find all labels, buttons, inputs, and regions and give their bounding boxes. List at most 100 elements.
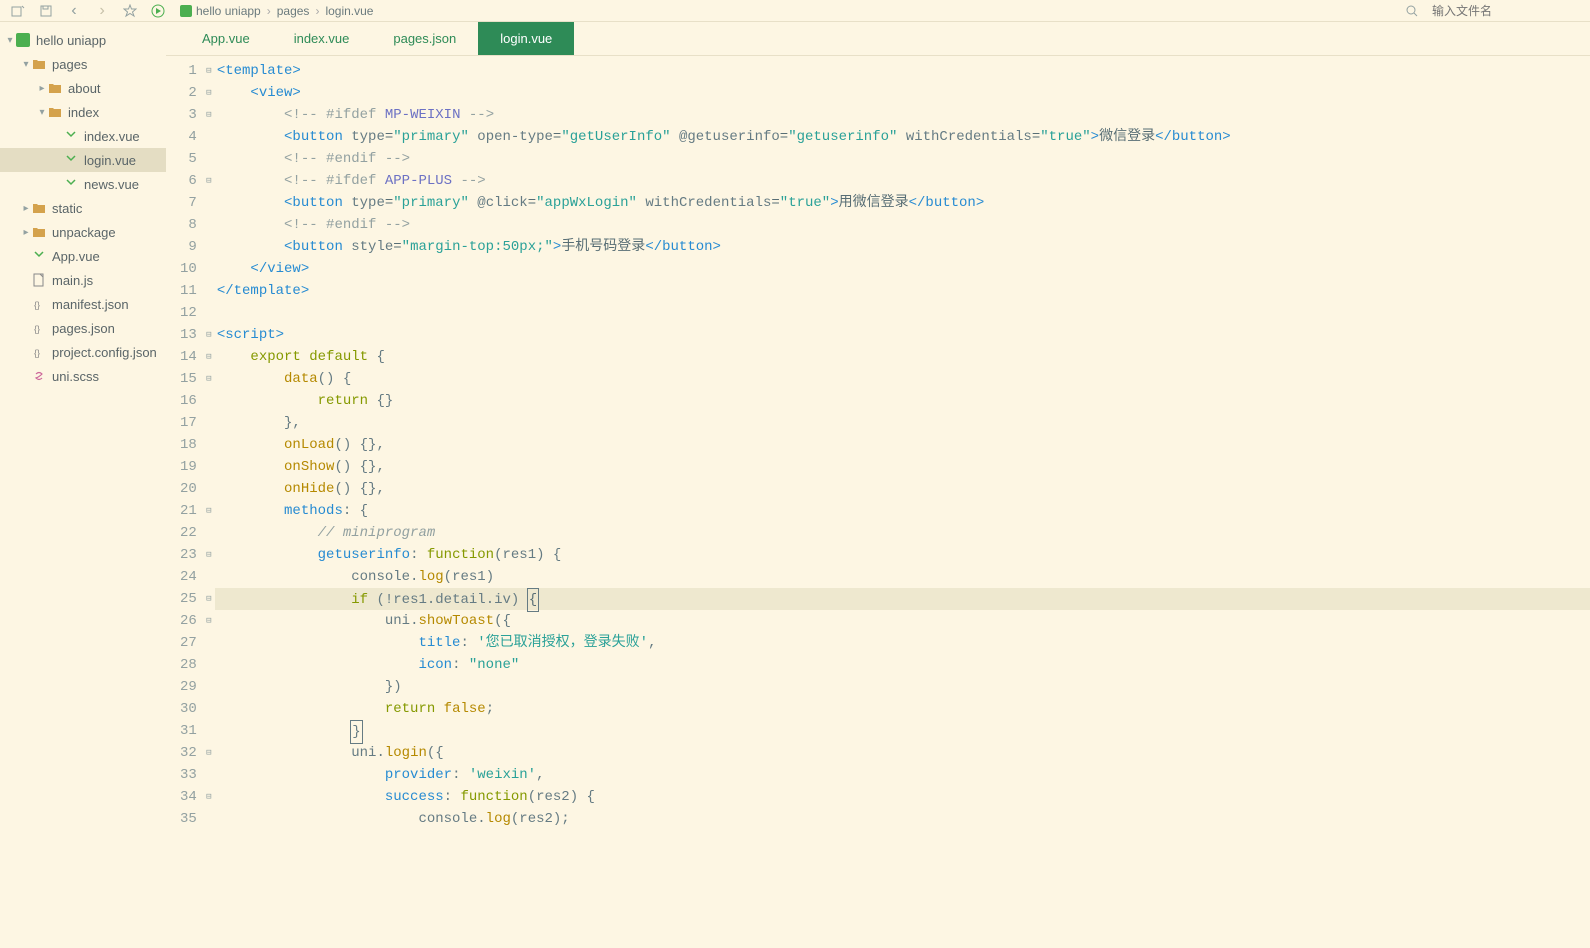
run-icon[interactable] [144,1,172,21]
tab-bar: App.vueindex.vuepages.jsonlogin.vue [166,22,1590,56]
code-line[interactable]: <template> [215,60,1590,82]
tab[interactable]: pages.json [371,22,478,55]
code-line[interactable]: methods: { [215,500,1590,522]
code-line[interactable]: console.log(res2); [215,808,1590,830]
code-line[interactable] [215,302,1590,324]
save-icon[interactable] [32,1,60,21]
tree-file[interactable]: index.vue [0,124,166,148]
tree-folder[interactable]: ▸unpackage [0,220,166,244]
code-line[interactable]: icon: "none" [215,654,1590,676]
code-line[interactable]: } [215,720,1590,742]
code-line[interactable]: <script> [215,324,1590,346]
breadcrumb-project-label: hello uniapp [196,4,261,18]
svg-text:{}: {} [34,324,40,334]
breadcrumb-sep: › [267,4,271,18]
tree-item-label: manifest.json [52,297,129,312]
fold-toggle[interactable]: ⊟ [203,500,215,522]
tree-folder[interactable]: ▾ pages [0,52,166,76]
breadcrumb-project[interactable]: hello uniapp [180,4,261,18]
code-line[interactable]: onLoad() {}, [215,434,1590,456]
tree-folder[interactable]: ▸about [0,76,166,100]
tree-item-label: index.vue [84,129,140,144]
code-line[interactable]: data() { [215,368,1590,390]
tree-item-label: index [68,105,99,120]
search-icon[interactable] [1398,1,1426,21]
tree-folder[interactable]: ▸static [0,196,166,220]
tree-file[interactable]: {}manifest.json [0,292,166,316]
code-line[interactable]: console.log(res1) [215,566,1590,588]
tab[interactable]: App.vue [180,22,272,55]
tree-file[interactable]: App.vue [0,244,166,268]
code-line[interactable]: <button type="primary" open-type="getUse… [215,126,1590,148]
tree-file[interactable]: main.js [0,268,166,292]
fold-toggle[interactable]: ⊟ [203,104,215,126]
code-line[interactable]: </template> [215,280,1590,302]
fold-toggle[interactable]: ⊟ [203,324,215,346]
code-line[interactable]: <!-- #endif --> [215,148,1590,170]
tree-file[interactable]: {} pages.json [0,316,166,340]
code-line[interactable]: return false; [215,698,1590,720]
tree-item-label: pages.json [52,321,115,336]
file-tree: ▾ hello uniapp ▾ pages ▸about ▾ index index.v… [0,22,166,948]
code-line[interactable]: title: '您已取消授权，登录失败', [215,632,1590,654]
code-line[interactable]: return {} [215,390,1590,412]
tree-file[interactable]: news.vue [0,172,166,196]
code-line[interactable]: <view> [215,82,1590,104]
fold-toggle[interactable]: ⊟ [203,170,215,192]
chevron-down-icon: ▾ [20,59,32,70]
code-line[interactable]: uni.login({ [215,742,1590,764]
tab[interactable]: login.vue [478,22,574,55]
code-line[interactable]: <!-- #ifdef APP-PLUS --> [215,170,1590,192]
code-line[interactable]: onHide() {}, [215,478,1590,500]
breadcrumb-file[interactable]: login.vue [325,4,373,18]
tree-file[interactable]: uni.scss [0,364,166,388]
code-line[interactable]: if (!res1.detail.iv) { [215,588,1590,610]
code-line[interactable]: }, [215,412,1590,434]
breadcrumb-file-label: login.vue [325,4,373,18]
tree-root-label: hello uniapp [36,33,106,48]
breadcrumb-folder[interactable]: pages [277,4,310,18]
tree-root[interactable]: ▾ hello uniapp [0,28,166,52]
code-line[interactable]: <!-- #ifdef MP-WEIXIN --> [215,104,1590,126]
new-window-icon[interactable] [4,1,32,21]
code-line[interactable]: <button style="margin-top:50px;">手机号码登录<… [215,236,1590,258]
nav-forward-icon[interactable]: › [88,1,116,21]
tree-item-label: uni.scss [52,369,99,384]
fold-toggle[interactable]: ⊟ [203,544,215,566]
code-line[interactable]: <button type="primary" @click="appWxLogi… [215,192,1590,214]
breadcrumb-folder-label: pages [277,4,310,18]
fold-toggle[interactable]: ⊟ [203,742,215,764]
fold-toggle[interactable]: ⊟ [203,346,215,368]
fold-column: ⊟⊟⊟⊟⊟⊟⊟⊟⊟⊟⊟⊟⊟ [203,56,215,948]
tree-item-label: pages [52,57,87,72]
code-line[interactable]: provider: 'weixin', [215,764,1590,786]
code-line[interactable]: uni.showToast({ [215,610,1590,632]
code-line[interactable]: }) [215,676,1590,698]
fold-toggle[interactable]: ⊟ [203,368,215,390]
tree-folder[interactable]: ▾ index [0,100,166,124]
fold-toggle[interactable]: ⊟ [203,588,215,610]
tab[interactable]: index.vue [272,22,372,55]
code-line[interactable]: // miniprogram [215,522,1590,544]
tree-item-label: news.vue [84,177,139,192]
code-line[interactable]: <!-- #endif --> [215,214,1590,236]
code-line[interactable]: </view> [215,258,1590,280]
fold-toggle[interactable]: ⊟ [203,610,215,632]
code-editor[interactable]: <template> <view> <!-- #ifdef MP-WEIXIN … [215,56,1590,948]
code-line[interactable]: export default { [215,346,1590,368]
code-line[interactable]: onShow() {}, [215,456,1590,478]
tree-file[interactable]: login.vue [0,148,166,172]
nav-back-icon[interactable]: ‹ [60,1,88,21]
fold-toggle[interactable]: ⊟ [203,786,215,808]
code-line[interactable]: getuserinfo: function(res1) { [215,544,1590,566]
file-search-input[interactable] [1426,2,1586,20]
code-line[interactable]: success: function(res2) { [215,786,1590,808]
fold-toggle[interactable]: ⊟ [203,60,215,82]
chevron-right-icon: ▸ [20,203,32,214]
star-icon[interactable] [116,1,144,21]
tree-item-label: unpackage [52,225,116,240]
tree-file[interactable]: {}project.config.json [0,340,166,364]
fold-toggle[interactable]: ⊟ [203,82,215,104]
tree-item-label: main.js [52,273,93,288]
chevron-down-icon: ▾ [36,107,48,118]
